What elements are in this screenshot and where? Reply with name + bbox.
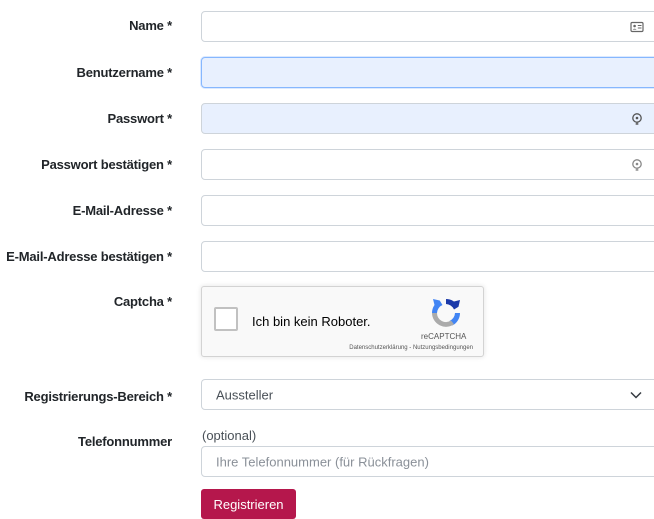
phone-optional-hint: (optional) bbox=[202, 428, 257, 443]
password-confirm-input[interactable] bbox=[201, 149, 654, 180]
phone-input[interactable]: Ihre Telefonnummer (für Rückfragen) bbox=[201, 446, 654, 477]
name-label: Name * bbox=[129, 18, 172, 33]
contact-card-icon[interactable] bbox=[630, 20, 644, 34]
captcha-label: Captcha * bbox=[113, 294, 172, 309]
recaptcha-checkbox[interactable] bbox=[214, 307, 238, 331]
email-input[interactable] bbox=[201, 195, 654, 226]
chevron-down-icon[interactable] bbox=[630, 391, 642, 399]
password-input[interactable] bbox=[201, 103, 654, 134]
username-label: Benutzername * bbox=[76, 65, 173, 80]
recaptcha-terms-links[interactable]: Datenschutzerklärung - Nutzungsbedingung… bbox=[349, 345, 473, 351]
recaptcha-brand: reCAPTCHA bbox=[421, 332, 467, 341]
recaptcha-logo-icon bbox=[429, 296, 463, 330]
password-key-icon[interactable] bbox=[630, 158, 644, 172]
recaptcha-widget: Ich bin kein Roboter. reCAPTCHA Datensch… bbox=[201, 286, 484, 357]
area-select[interactable]: Aussteller bbox=[201, 379, 654, 410]
phone-label: Telefonnummer bbox=[78, 434, 172, 449]
username-input[interactable] bbox=[201, 57, 654, 88]
area-label: Registrierungs-Bereich * bbox=[24, 389, 172, 404]
email-confirm-label: E-Mail-Adresse bestätigen * bbox=[6, 249, 172, 264]
password-label: Passwort * bbox=[107, 111, 173, 126]
password-key-icon[interactable] bbox=[630, 112, 644, 126]
email-confirm-input[interactable] bbox=[201, 241, 654, 272]
password-confirm-label: Passwort bestätigen * bbox=[41, 157, 172, 172]
area-selected-value: Aussteller bbox=[216, 387, 274, 402]
phone-placeholder: Ihre Telefonnummer (für Rückfragen) bbox=[216, 454, 429, 469]
email-label: E-Mail-Adresse * bbox=[72, 203, 173, 218]
register-button[interactable]: Registrieren bbox=[201, 489, 296, 519]
name-input[interactable] bbox=[201, 11, 654, 42]
recaptcha-checkbox-label: Ich bin kein Roboter. bbox=[252, 314, 371, 329]
